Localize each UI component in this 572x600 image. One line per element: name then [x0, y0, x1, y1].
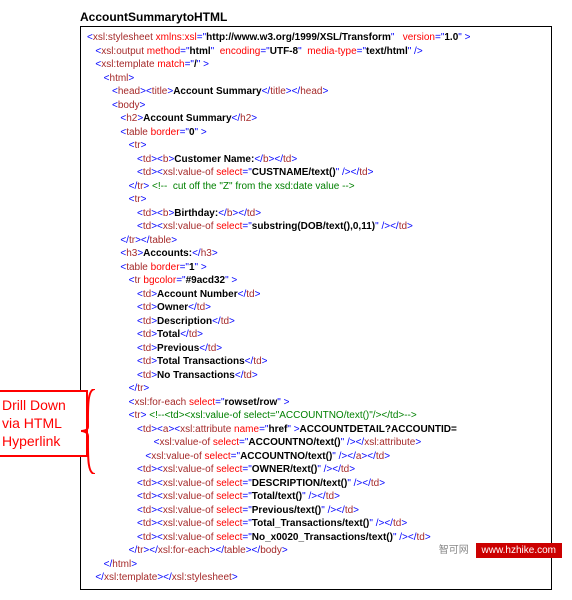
code-line: <h2>Account Summary</h2>: [87, 112, 545, 126]
code-line: <td><b>Birthday:</b></td>: [87, 207, 545, 221]
code-line: <tr bgcolor="#9acd32" >: [87, 274, 545, 288]
code-line: <h3>Accounts:</h3>: [87, 247, 545, 261]
code-container: Drill Down via HTML Hyperlink <xsl:style…: [80, 26, 552, 590]
code-line: </tr></table>: [87, 234, 545, 248]
code-line: <td><a><xsl:attribute name="href" >ACCOU…: [87, 423, 545, 437]
code-line: <td>No Transactions</td>: [87, 369, 545, 383]
code-line: <td><xsl:value-of select="Total/text()" …: [87, 490, 545, 504]
code-line: </tr> <!-- cut off the "Z" from the xsd:…: [87, 180, 545, 194]
watermark-url: www.hzhike.com: [476, 543, 562, 558]
code-line: <td>Total Transactions</td>: [87, 355, 545, 369]
code-line: <xsl:for-each select="rowset/row" >: [87, 396, 545, 410]
code-line: <table border="0" >: [87, 126, 545, 140]
code-line: <body>: [87, 99, 545, 113]
code-line: <tr> <!--<td><xsl:value-of select="ACCOU…: [87, 409, 545, 423]
code-line: <td>Description</td>: [87, 315, 545, 329]
code-line: </html>: [87, 558, 545, 572]
code-line: <td>Owner</td>: [87, 301, 545, 315]
code-line: <html>: [87, 72, 545, 86]
code-line: <td>Total</td>: [87, 328, 545, 342]
code-line: </tr>: [87, 382, 545, 396]
code-line: <xsl:value-of select="ACCOUNTNO/text()" …: [87, 450, 545, 464]
code-line: <xsl:value-of select="ACCOUNTNO/text()" …: [87, 436, 545, 450]
code-line: <tr>: [87, 193, 545, 207]
code-line: <head><title>Account Summary</title></he…: [87, 85, 545, 99]
code-line: <td><xsl:value-of select="Previous/text(…: [87, 504, 545, 518]
code-line: <xsl:template match="/" >: [87, 58, 545, 72]
code-lines: <xsl:stylesheet xmlns:xsl="http://www.w3…: [87, 31, 545, 585]
code-line: <xsl:stylesheet xmlns:xsl="http://www.w3…: [87, 31, 545, 45]
code-line: <td><xsl:value-of select="substring(DOB/…: [87, 220, 545, 234]
code-line: <td><xsl:value-of select="CUSTNAME/text(…: [87, 166, 545, 180]
code-line: </xsl:template></xsl:stylesheet>: [87, 571, 545, 585]
callout-brace: [81, 389, 95, 474]
code-line: <td>Account Number</td>: [87, 288, 545, 302]
code-line: <tr>: [87, 139, 545, 153]
code-line: <td><xsl:value-of select="Total_Transact…: [87, 517, 545, 531]
watermark: 智可网 www.hzhike.com: [439, 541, 562, 556]
document-title: AccountSummarytoHTML: [80, 10, 562, 24]
code-line: <td>Previous</td>: [87, 342, 545, 356]
callout-label: Drill Down via HTML Hyperlink: [0, 390, 88, 457]
code-line: <td><xsl:value-of select="DESCRIPTION/te…: [87, 477, 545, 491]
code-line: <td><xsl:value-of select="OWNER/text()" …: [87, 463, 545, 477]
code-line: <table border="1" >: [87, 261, 545, 275]
code-line: <xsl:output method="html" encoding="UTF-…: [87, 45, 545, 59]
code-line: <td><b>Customer Name:</b></td>: [87, 153, 545, 167]
watermark-cn: 智可网: [439, 545, 469, 556]
